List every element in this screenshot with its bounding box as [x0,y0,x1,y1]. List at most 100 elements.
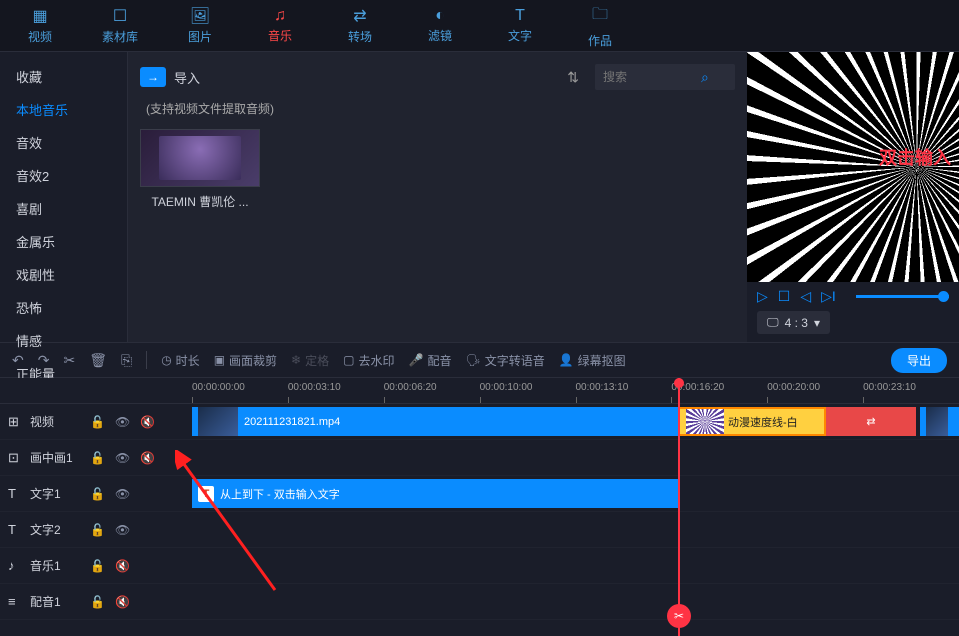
export-button[interactable]: 导出 [891,348,947,373]
lock-toggle[interactable]: 🔓 [90,487,105,501]
play-button[interactable]: ▷ [757,288,768,305]
tab-works[interactable]: 🗀作品 [560,0,640,51]
effect-clip[interactable]: 动漫速度线-白 [678,407,826,436]
dubbing-track-icon: ≡ [8,594,24,609]
lock-toggle[interactable]: 🔓 [90,559,105,573]
pip-track-icon: ⊡ [8,450,24,466]
mic-icon: 🎤 [408,353,423,367]
dubbing-button[interactable]: 🎤配音 [408,352,451,369]
library-icon: ☐ [113,6,127,26]
timeline-ruler[interactable]: 00:00:00:00 00:00:03:10 00:00:06:20 00:0… [0,378,959,404]
sidebar-item-dramatic[interactable]: 戏剧性 [0,258,127,291]
tab-text[interactable]: T文字 [480,0,560,51]
text-track-icon: T [8,486,24,501]
tab-filter[interactable]: ◐滤镜 [400,0,480,51]
media-thumbnail [140,129,260,187]
filter-icon: ◐ [435,7,445,25]
video-track-icon: ⊞ [8,414,24,430]
freeze-button[interactable]: ❄定格 [291,352,329,369]
mute-toggle[interactable]: 🔇 [140,415,155,429]
mute-toggle[interactable]: 🔇 [140,451,155,465]
visibility-toggle[interactable]: 👁 [115,487,130,501]
lock-toggle[interactable]: 🔓 [90,415,105,429]
media-item[interactable]: TAEMIN 曹凯伦 ... [140,129,260,210]
track-video: ⊞视频 🔓 👁 🔇 202111231821.mp4 动漫速度线-白 ⇄ [0,404,959,440]
tts-button[interactable]: 🗣文字转语音 [465,352,544,369]
tab-library[interactable]: ☐素材库 [80,0,160,51]
import-button[interactable]: → [140,67,166,87]
next-frame-button[interactable]: ▷I [821,288,836,305]
undo-button[interactable]: ↶ [12,352,24,369]
extract-audio-hint: (支持视频文件提取音频) [146,100,735,117]
video-icon: ▦ [32,6,47,26]
transition-clip[interactable]: ⇄ [826,407,916,436]
prev-frame-button[interactable]: ◁ [800,288,811,305]
mute-toggle[interactable]: 🔇 [115,595,130,609]
sort-icon[interactable]: ⇅ [567,69,579,86]
crop-button[interactable]: ▣画面裁剪 [214,352,277,369]
track-label-video[interactable]: ⊞视频 [0,413,90,430]
track-label-dubbing1[interactable]: ≡配音1 [0,593,90,610]
sidebar-item-favorites[interactable]: 收藏 [0,60,127,93]
image-icon: 🖼 [190,6,210,26]
lock-toggle[interactable]: 🔓 [90,523,105,537]
progress-bar[interactable] [856,295,949,298]
preview-placeholder-text: 双击输入 [879,144,951,170]
sidebar-item-metal[interactable]: 金属乐 [0,225,127,258]
text-clip[interactable]: T从上到下 - 双击输入文字 [192,479,678,508]
sidebar-item-local-music[interactable]: 本地音乐 [0,93,127,126]
tab-transition[interactable]: ⇄转场 [320,0,400,51]
search-box[interactable]: ⌕ [595,64,735,90]
video-clip-2[interactable] [920,407,959,436]
track-text2: T文字2 🔓 👁 [0,512,959,548]
freeze-icon: ❄ [291,353,301,367]
music-categories-sidebar: 收藏 本地音乐 音效 音效2 喜剧 金属乐 戏剧性 恐怖 情感 正能量 [0,52,128,342]
music-icon: ♫ [274,7,286,25]
playhead[interactable] [678,378,680,636]
visibility-toggle[interactable]: 👁 [115,415,130,429]
clip-thumbnail [198,407,238,436]
track-label-pip1[interactable]: ⊡画中画1 [0,449,90,466]
player-controls: ▷ ☐ ◁ ▷I 🖵 4 : 3 ▾ [747,282,959,342]
tab-image[interactable]: 🖼图片 [160,0,240,51]
track-label-text2[interactable]: T文字2 [0,521,90,538]
aspect-ratio-dropdown[interactable]: 🖵 4 : 3 ▾ [757,311,830,334]
visibility-toggle[interactable]: 👁 [115,451,130,465]
top-tabs: ▦视频 ☐素材库 🖼图片 ♫音乐 ⇄转场 ◐滤镜 T文字 🗀作品 [0,0,959,52]
sidebar-item-sfx2[interactable]: 音效2 [0,159,127,192]
watermark-button[interactable]: ▢去水印 [343,352,394,369]
search-icon[interactable]: ⌕ [701,69,709,86]
track-label-music1[interactable]: ♪音乐1 [0,557,90,574]
editing-toolbar: ↶ ↷ ✂ 🗑 ⎘ ◷时长 ▣画面裁剪 ❄定格 ▢去水印 🎤配音 🗣文字转语音 … [0,342,959,378]
cut-button[interactable]: ✂ [63,352,75,369]
track-label-text1[interactable]: T文字1 [0,485,90,502]
tab-video[interactable]: ▦视频 [0,0,80,51]
effect-thumbnail [686,409,724,434]
stop-button[interactable]: ☐ [778,288,791,305]
redo-button[interactable]: ↷ [38,352,50,369]
tts-icon: 🗣 [465,353,480,367]
tab-music[interactable]: ♫音乐 [240,0,320,51]
media-panel: → 导入 ⇅ ⌕ (支持视频文件提取音频) TAEMIN 曹凯伦 ... [128,52,747,342]
monitor-icon: 🖵 [767,315,779,330]
video-clip[interactable]: 202111231821.mp4 [192,407,678,436]
track-music1: ♪音乐1 🔓 🔇 [0,548,959,584]
transition-icon: ⇄ [353,6,366,26]
greenscreen-button[interactable]: 👤绿幕抠图 [559,352,626,369]
delete-button[interactable]: 🗑 [89,352,107,369]
visibility-toggle[interactable]: 👁 [115,523,130,537]
track-text1: T文字1 🔓 👁 T从上到下 - 双击输入文字 [0,476,959,512]
crop-icon: ▣ [214,353,225,367]
sidebar-item-sfx[interactable]: 音效 [0,126,127,159]
search-input[interactable] [603,70,701,84]
duration-button[interactable]: ◷时长 [161,352,200,369]
lock-toggle[interactable]: 🔓 [90,595,105,609]
sidebar-item-horror[interactable]: 恐怖 [0,291,127,324]
mute-toggle[interactable]: 🔇 [115,559,130,573]
preview-area[interactable]: 双击输入 [747,52,959,282]
clock-icon: ◷ [161,353,171,367]
track-pip1: ⊡画中画1 🔓 👁 🔇 [0,440,959,476]
lock-toggle[interactable]: 🔓 [90,451,105,465]
sidebar-item-comedy[interactable]: 喜剧 [0,192,127,225]
copy-button[interactable]: ⎘ [121,352,132,369]
